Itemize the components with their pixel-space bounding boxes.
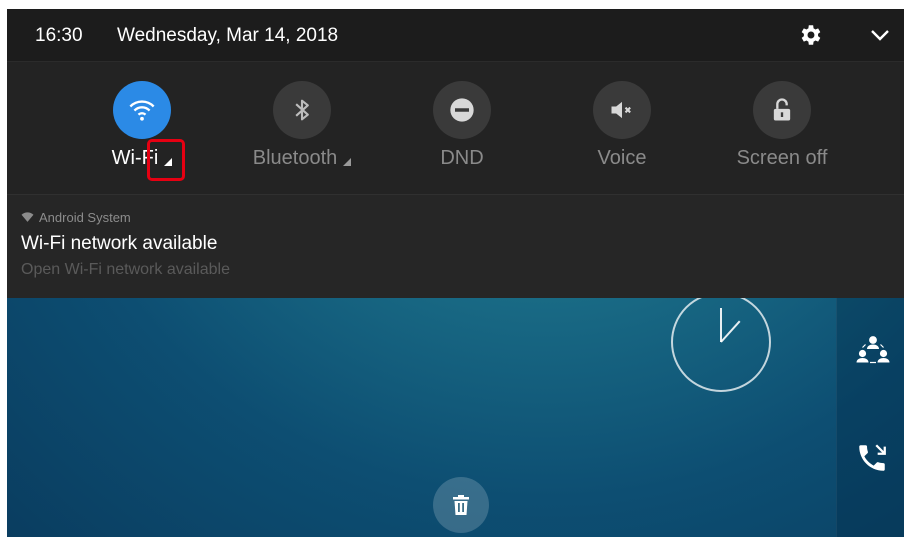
bluetooth-label-row: Bluetooth	[232, 147, 372, 170]
conference-icon[interactable]	[855, 331, 890, 365]
notification-card[interactable]: Android System Wi-Fi network available O…	[7, 194, 904, 298]
volume-mute-icon	[611, 101, 631, 119]
notification-app-name: Android System	[39, 210, 131, 225]
dnd-icon	[450, 98, 474, 122]
wifi-dropdown-highlight	[147, 139, 185, 181]
notification-shade: 16:30 Wednesday, Mar 14, 2018 Wi-Fi Blue…	[7, 9, 904, 194]
voice-toggle[interactable]	[593, 81, 651, 139]
tile-label: Screen off	[736, 147, 828, 169]
tile-label: DND	[440, 147, 484, 169]
wifi-icon	[129, 100, 155, 121]
notification-app-row: Android System	[21, 210, 131, 226]
wifi-label-row: Wi-Fi	[72, 147, 212, 170]
caret-down-icon[interactable]	[343, 158, 352, 166]
gear-icon[interactable]	[797, 22, 823, 48]
notification-title: Wi-Fi network available	[21, 233, 218, 254]
bluetooth-icon	[295, 99, 309, 121]
call-forward-icon[interactable]	[855, 441, 889, 475]
screen-off-toggle[interactable]	[753, 81, 811, 139]
tile-label: Voice	[597, 147, 647, 169]
notification-body: Open Wi-Fi network available	[21, 261, 230, 278]
tile-bluetooth[interactable]: Bluetooth	[232, 81, 372, 181]
chevron-down-icon[interactable]	[869, 25, 891, 45]
status-date: Wednesday, Mar 14, 2018	[117, 25, 339, 46]
wifi-toggle[interactable]	[113, 81, 171, 139]
trash-icon	[453, 495, 469, 515]
tile-dnd[interactable]: DND	[392, 81, 532, 181]
status-time: 16:30	[35, 25, 83, 46]
analog-clock-widget[interactable]	[671, 292, 771, 392]
tile-voice[interactable]: Voice	[552, 81, 692, 181]
clear-all-button[interactable]	[433, 477, 489, 533]
dnd-toggle[interactable]	[433, 81, 491, 139]
bluetooth-toggle[interactable]	[273, 81, 331, 139]
tile-label: Bluetooth	[252, 147, 338, 169]
lock-icon	[773, 98, 791, 121]
tile-wifi[interactable]: Wi-Fi	[72, 81, 212, 181]
device-screen: 16:30 Wednesday, Mar 14, 2018 Wi-Fi Blue…	[7, 9, 904, 537]
wifi-small-icon	[21, 211, 34, 226]
status-bar: 16:30 Wednesday, Mar 14, 2018	[7, 9, 904, 62]
tile-screen-off[interactable]: Screen off	[712, 81, 852, 181]
